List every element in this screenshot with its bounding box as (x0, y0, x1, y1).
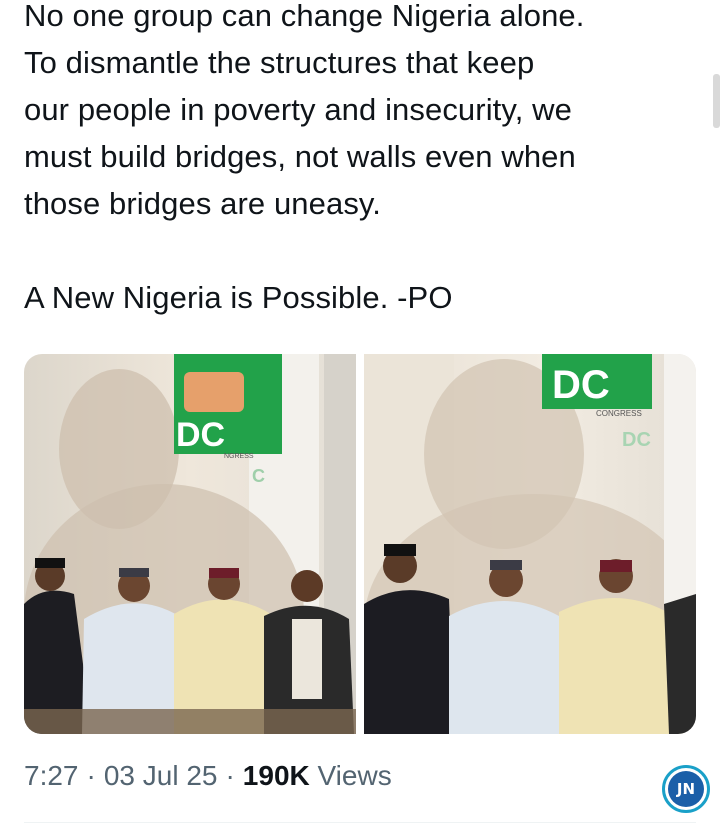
tweet-line: those bridges are uneasy. (24, 186, 381, 221)
photo-left-sign-text: DC (176, 416, 225, 454)
photo-left[interactable]: DC NGRESS C (24, 354, 356, 734)
tweet-date[interactable]: 03 Jul 25 (104, 760, 218, 792)
tweet-time[interactable]: 7:27 (24, 760, 79, 792)
photo-right-image: DC CONGRESS DC (364, 354, 696, 734)
jn-logo-icon: JN (662, 765, 710, 813)
photo-left-sign-small: NGRESS (224, 453, 254, 460)
jn-logo-text: JN (668, 771, 704, 807)
views-label[interactable]: Views (318, 760, 392, 791)
photo-left-image: DC NGRESS C (24, 354, 356, 734)
divider (24, 822, 696, 823)
tweet-line: our people in poverty and insecurity, we (24, 92, 572, 127)
photo-left-sign-tail: C (252, 466, 265, 486)
tweet-closing-line: A New Nigeria is Possible. -PO (24, 280, 453, 315)
photo-right-sign-tail: DC (622, 429, 651, 451)
views-count[interactable]: 190K (243, 760, 310, 791)
tweet-line: No one group can change Nigeria alone. (24, 0, 585, 33)
media-grid: DC NGRESS C DC CONGRESS DC (24, 354, 696, 734)
photo-right-sign-small: CONGRESS (596, 409, 642, 418)
tweet-line: must build bridges, not walls even when (24, 139, 576, 174)
meta-separator: · (86, 760, 96, 791)
scrollbar-thumb[interactable] (713, 74, 720, 128)
tweet-meta: 7:27 · 03 Jul 25 · 190K Views (24, 760, 392, 792)
tweet-text: No one group can change Nigeria alone. T… (24, 0, 694, 321)
meta-separator: · (225, 760, 235, 791)
tweet-line: To dismantle the structures that keep (24, 45, 535, 80)
photo-right-sign-text: DC (552, 363, 610, 407)
photo-right[interactable]: DC CONGRESS DC (364, 354, 696, 734)
